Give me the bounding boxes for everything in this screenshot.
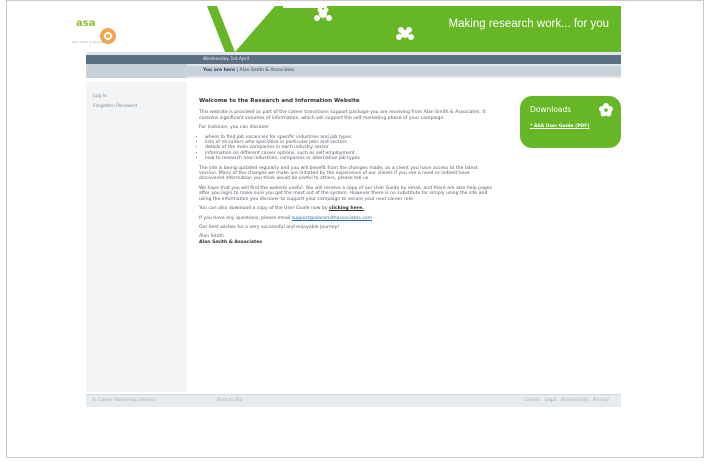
footer: © Career Workshop Limited Back to Top Cr… <box>86 394 621 407</box>
asa-logo[interactable]: asa Alan Smith & Associates <box>72 14 132 50</box>
tagline: Making research work... for you <box>448 18 609 30</box>
support-email-link[interactable]: support@alansmithassociates.com <box>292 216 372 221</box>
questions-paragraph: If you have any questions, please email … <box>199 216 494 221</box>
current-date: Wednesday 1st April <box>187 55 621 64</box>
breadcrumb-current[interactable]: Alan Smith & Associates <box>240 68 295 73</box>
logo-text: asa <box>76 18 96 29</box>
user-guide-paragraph: We hope that you will find the website u… <box>199 185 493 202</box>
downloads-title: Downloads <box>530 105 572 114</box>
downloads-box: Downloads * ASA User Guide (PDF) <box>520 96 621 148</box>
list-item: how to research new industries, companie… <box>205 156 494 161</box>
logo-subtitle: Alan Smith & Associates <box>72 40 109 44</box>
questions-text: If you have any questions, please email <box>199 215 291 221</box>
flower-icon <box>599 103 613 117</box>
best-wishes-paragraph: Our best wishes for a very successful an… <box>199 224 340 230</box>
sidebar-item-login[interactable]: Log In <box>93 92 187 102</box>
user-guide-download-link[interactable]: * ASA User Guide (PDF) <box>530 124 589 129</box>
sidebar: Log In Forgotten Password <box>86 82 187 392</box>
back-to-top-link[interactable]: Back to Top <box>217 395 243 407</box>
header-banner: Making research work... for you <box>187 6 621 52</box>
clicking-here-link[interactable]: clicking here. <box>329 206 364 211</box>
page-title: Welcome to the Research and Information … <box>199 98 360 104</box>
intro-paragraph: This website is provided as part of the … <box>199 110 486 121</box>
updates-paragraph: The site is being updated regularly and … <box>199 165 478 182</box>
nav-band-left <box>86 55 187 78</box>
breadcrumb-prefix: You are here <box>203 68 236 73</box>
signature-company: Alan Smith & Associates <box>199 239 263 245</box>
footer-links[interactable]: Credits . Legal . Accessibility . Privac… <box>524 395 609 407</box>
sidebar-item-forgotten-password[interactable]: Forgotten Password <box>93 102 187 112</box>
download-paragraph: You can also download a copy of the User… <box>199 206 494 211</box>
main-content: Welcome to the Research and Information … <box>199 98 494 245</box>
breadcrumb: You are here | Alan Smith & Associates <box>187 66 621 76</box>
copyright-text: © Career Workshop Limited <box>92 398 155 403</box>
discover-paragraph: For instance, you can discover <box>199 125 269 131</box>
discover-list: where to find job vacancies for specific… <box>205 135 494 162</box>
download-text: You can also download a copy of the User… <box>199 206 328 212</box>
